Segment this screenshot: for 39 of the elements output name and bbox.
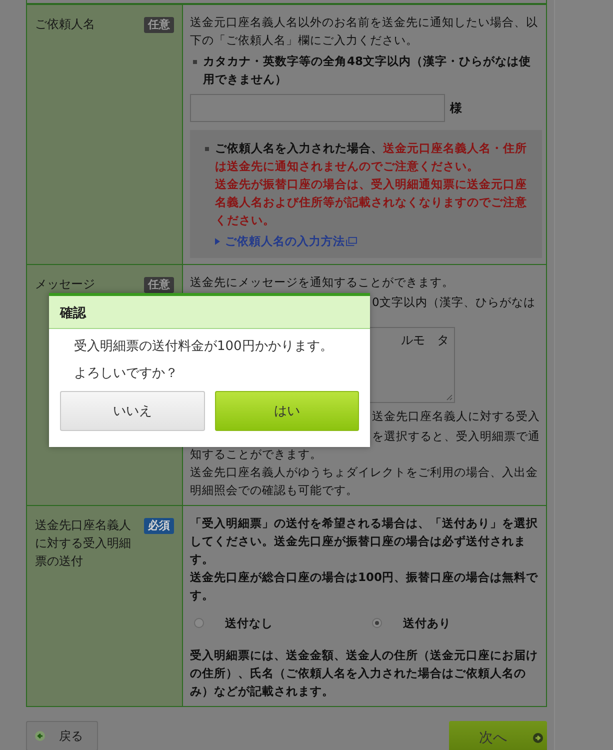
- info-text: を選択すると、受入明細票で通: [372, 429, 540, 443]
- optional-badge: 任意: [144, 17, 174, 33]
- field-label: ご依頼人名: [35, 16, 95, 33]
- instruction-text: 「受入明細票」の送付を希望される場合は、「送付あり」を選択してください。送金先口座が振替口座の場合は必ず送付されます。: [190, 515, 539, 568]
- field-label: メッセージ: [35, 276, 95, 293]
- next-button[interactable]: 次へ: [449, 721, 547, 750]
- notice-text: ご依頼人名を入力された場合、送金元口座名義人名・住所は送金先に通知されませんのでご注意ください。: [215, 140, 528, 175]
- honorific-text: 様: [450, 100, 462, 117]
- warning-text: 送金先が振替口座の場合は、受入明細通知票に送金元口座名義人名および住所等が記載されなくなりますのでご注意ください。: [215, 176, 528, 229]
- dialog-title: 確認: [60, 306, 86, 321]
- radio-option[interactable]: 送付なし: [190, 614, 368, 632]
- right-arrow-icon: [533, 733, 543, 743]
- new-window-icon: [346, 236, 357, 246]
- field-label: 送金先口座名義人に対する受入明細票の送付: [35, 517, 132, 570]
- left-arrow-icon: [35, 731, 45, 741]
- yes-button[interactable]: はい: [214, 391, 359, 431]
- dialog-message: よろしいですか？: [74, 365, 179, 383]
- optional-badge: 任意: [144, 277, 174, 293]
- required-badge: 必須: [144, 518, 174, 534]
- instruction-text: 送金先にメッセージを通知することができます。: [190, 274, 455, 291]
- info-text: 知することができます。: [190, 446, 323, 463]
- rule-text: 0文字以内（漢字、ひらがなは: [372, 295, 536, 309]
- instruction-text: 送金先口座が総合口座の場合は100円、振替口座の場合は無料です。: [190, 569, 540, 604]
- requester-name-field[interactable]: [190, 94, 445, 122]
- info-text: 送金先口座名義人に対する受入: [372, 409, 540, 423]
- triangle-icon: [215, 238, 220, 244]
- radio-icon[interactable]: [372, 618, 382, 628]
- no-button[interactable]: いいえ: [60, 391, 204, 431]
- bullet-icon: [205, 147, 209, 151]
- back-button[interactable]: 戻る: [26, 721, 98, 750]
- dialog-message: 受入明細票の送付料金が100円かかります。: [74, 338, 334, 356]
- radio-icon[interactable]: [194, 618, 204, 628]
- info-text: 送金先口座名義人がゆうちょダイレクトをご利用の場合、入出金明細照会での確認も可能です。: [190, 464, 539, 499]
- resize-grip-icon[interactable]: [445, 393, 453, 401]
- note-text: 受入明細票には、送金金額、送金人の住所（送金元口座にお届けの住所）、氏名（ご依頼人名を入力された場合はご依頼人名のみ）などが記載されます。: [190, 647, 539, 700]
- bullet-icon: [193, 60, 197, 64]
- instruction-text: 送金元口座名義人名以外のお名前を送金先に通知したい場合、以下の「ご依頼人名」欄にご入力ください。: [190, 14, 539, 49]
- radio-option[interactable]: 送付あり: [368, 614, 518, 632]
- rule-text: カタカナ・英数字等の全角48文字以内（漢字・ひらがなは使用できません）: [203, 53, 532, 88]
